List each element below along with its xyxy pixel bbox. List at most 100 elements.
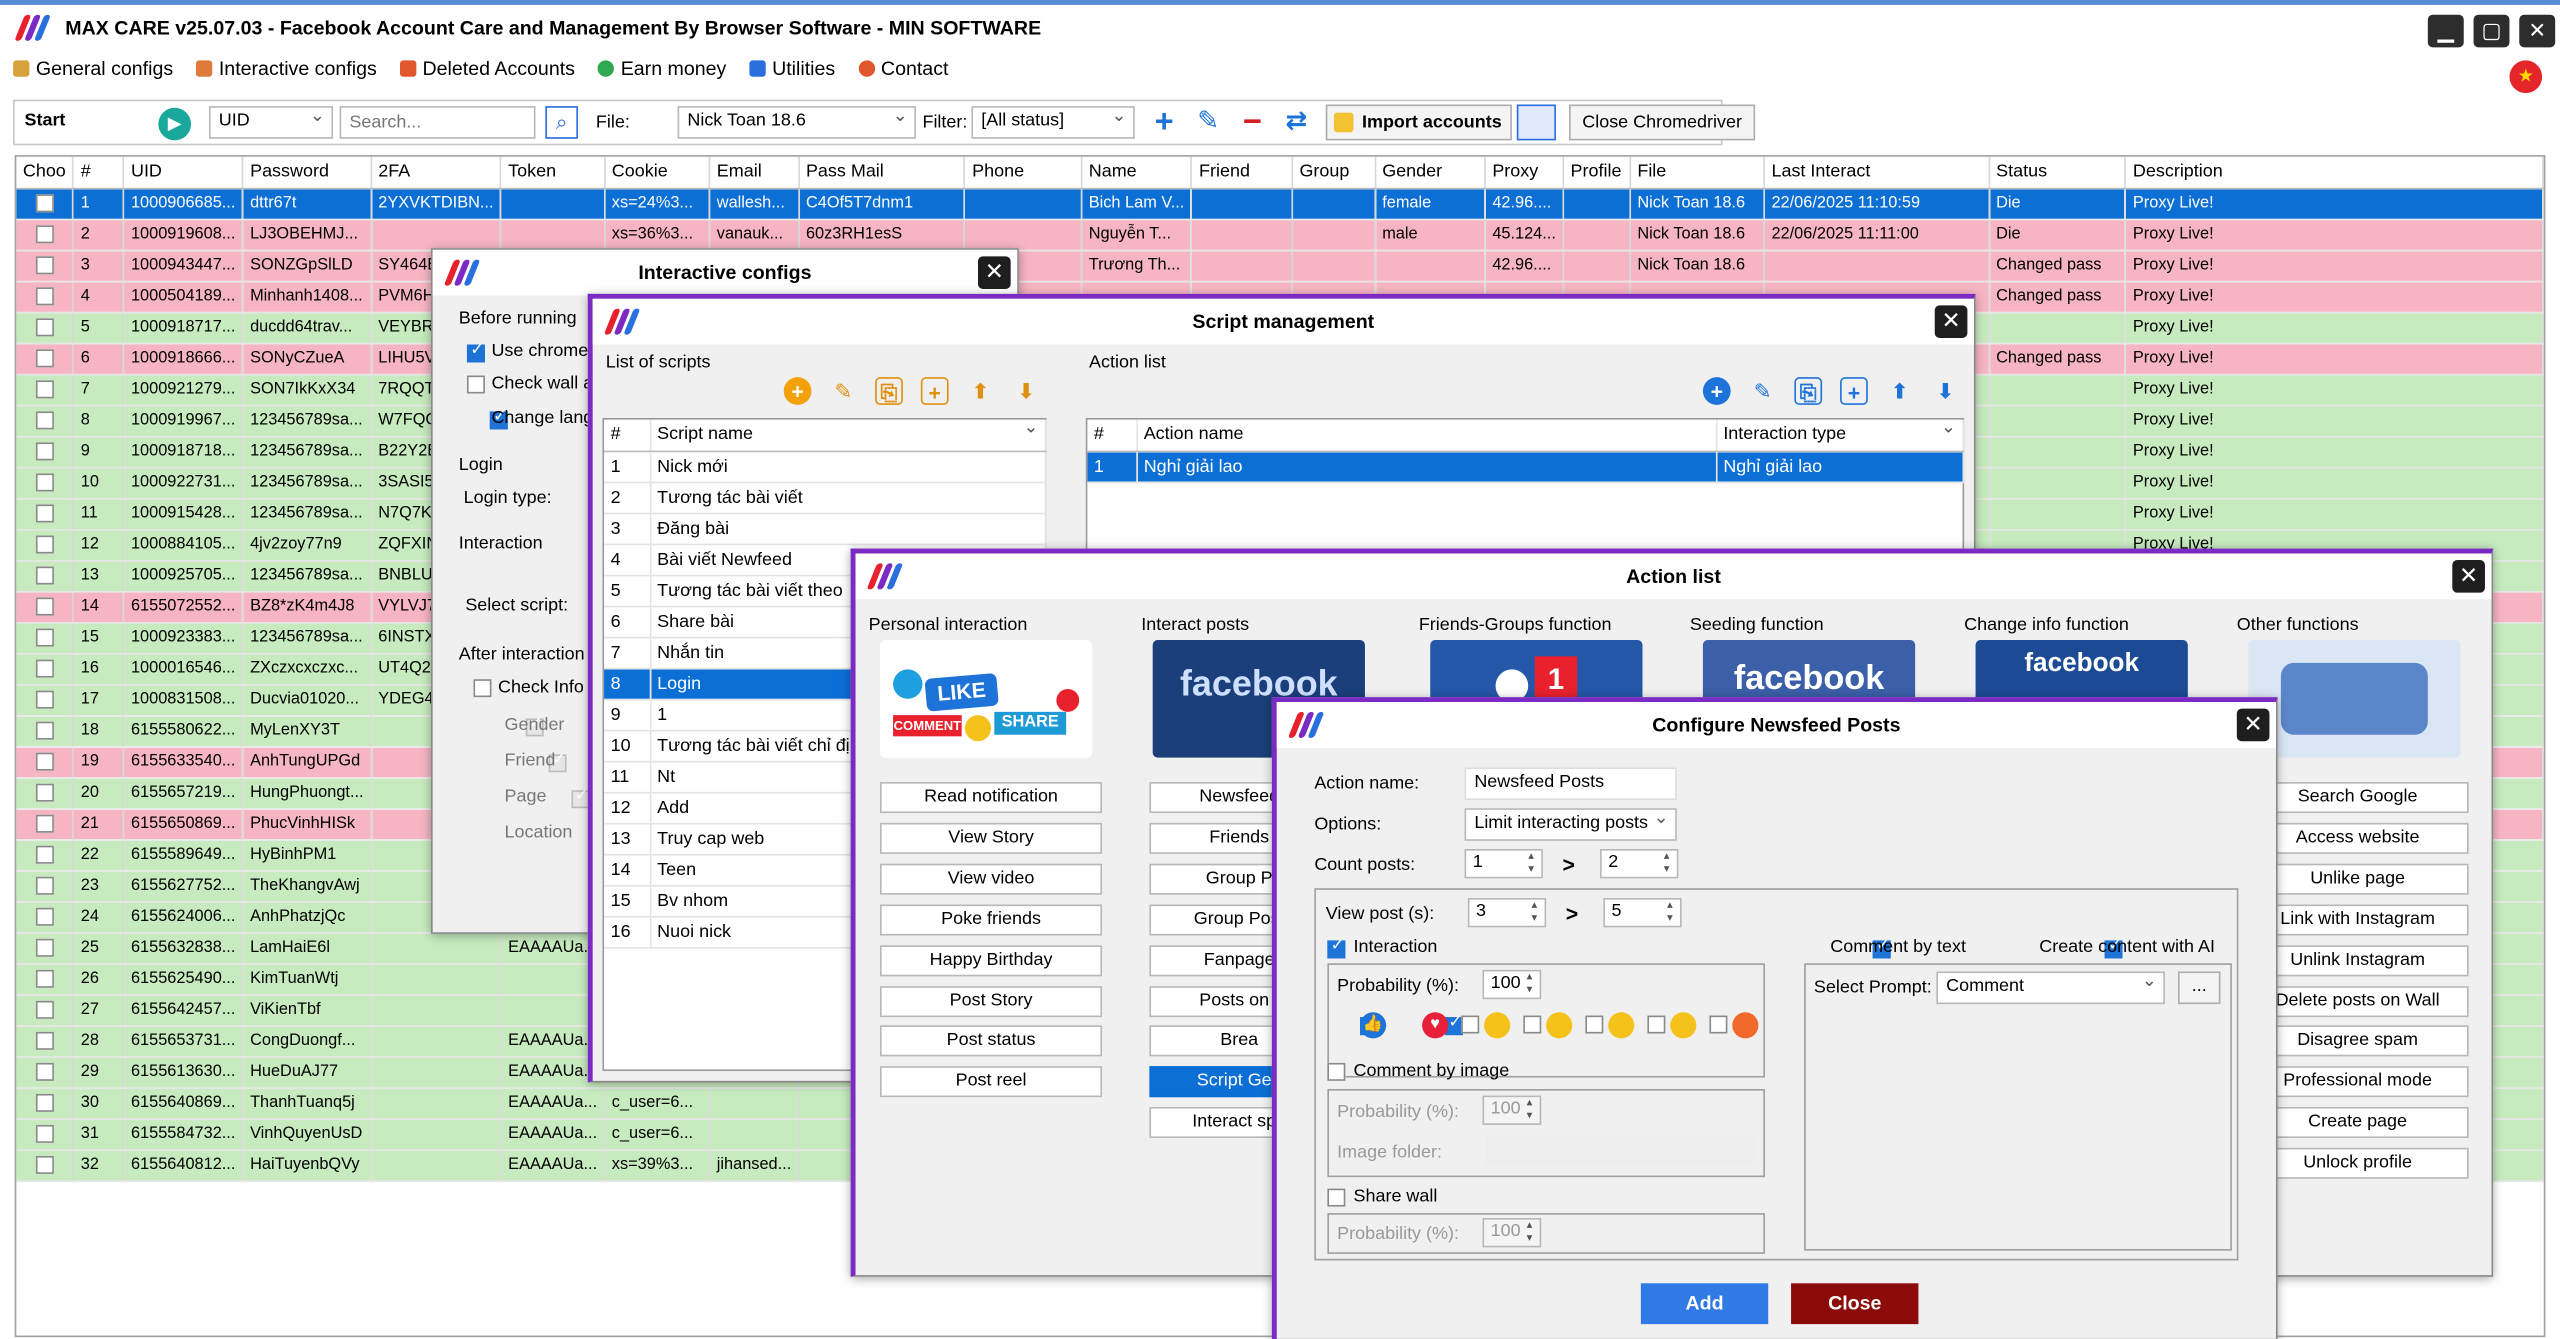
action-button[interactable]: Link with Instagram <box>2246 904 2469 936</box>
count-from-stepper[interactable]: 1 <box>1464 849 1543 879</box>
row-checkbox-cell[interactable] <box>16 684 75 716</box>
action-down-icon[interactable]: ⬇ <box>1931 377 1959 405</box>
close-icon[interactable]: ✕ <box>977 256 1011 289</box>
action-button[interactable]: View Story <box>880 822 1103 854</box>
col-header[interactable]: Profile <box>1563 156 1631 189</box>
row-checkbox[interactable] <box>35 1000 54 1019</box>
row-checkbox[interactable] <box>35 504 54 523</box>
action-button[interactable]: Access website <box>2246 822 2469 854</box>
interaction-checkbox[interactable] <box>1327 937 1346 958</box>
action-button[interactable]: Professional mode <box>2246 1066 2469 1098</box>
view-from-stepper[interactable]: 3 <box>1467 897 1547 928</box>
row-checkbox-cell[interactable] <box>16 280 75 313</box>
close-icon[interactable]: ✕ <box>2452 560 2485 593</box>
action-button[interactable]: Post Story <box>880 985 1103 1017</box>
menu-earn-money[interactable]: Earn money <box>597 52 726 85</box>
row-checkbox-cell[interactable] <box>16 963 75 996</box>
close-icon[interactable]: ✕ <box>1934 305 1968 338</box>
row-checkbox[interactable] <box>35 969 54 988</box>
table-row[interactable]: 2 1000919608... LJ3OBEHMJ... xs=36%3... vana… <box>16 218 2544 251</box>
row-checkbox[interactable] <box>35 318 54 337</box>
row-checkbox-cell[interactable] <box>16 839 75 872</box>
edit-script-icon[interactable]: ✎ <box>829 377 857 405</box>
wow-reaction-checkbox[interactable] <box>1585 1015 1604 1034</box>
check-wall-checkbox[interactable] <box>466 375 485 394</box>
col-header[interactable]: Description <box>2125 156 2544 189</box>
col-header[interactable]: Email <box>709 156 800 189</box>
row-checkbox-cell[interactable] <box>16 1087 75 1120</box>
image-folder-input[interactable] <box>1485 1136 1754 1166</box>
row-checkbox[interactable] <box>35 597 54 616</box>
comment-by-image-checkbox[interactable] <box>1327 1062 1346 1081</box>
row-checkbox[interactable] <box>35 1031 54 1050</box>
remove-icon[interactable]: − <box>1238 106 1267 139</box>
row-checkbox-cell[interactable] <box>16 715 75 747</box>
row-checkbox-cell[interactable] <box>16 187 75 220</box>
list-item[interactable]: 2 Tương tác bài viết <box>604 481 1046 514</box>
row-checkbox-cell[interactable] <box>16 497 75 530</box>
col-header[interactable]: Cookie <box>604 156 711 189</box>
row-checkbox[interactable] <box>35 535 54 554</box>
row-checkbox-cell[interactable] <box>16 1118 75 1151</box>
action-button[interactable]: Unlock profile <box>2246 1147 2469 1179</box>
table-row[interactable]: 1 1000906685... dttr67t 2YXVKTDIBN... xs=24%… <box>16 187 2544 220</box>
care-reaction-checkbox[interactable] <box>1461 1015 1480 1034</box>
minimize-icon[interactable]: ▁ <box>2427 14 2464 48</box>
col-header[interactable]: UID <box>123 156 244 189</box>
add-icon[interactable]: + <box>1149 106 1178 139</box>
row-checkbox-cell[interactable] <box>16 777 75 810</box>
maximize-icon[interactable]: ▢ <box>2473 14 2510 48</box>
edit-action-icon[interactable]: ✎ <box>1749 377 1777 405</box>
col-header[interactable]: Group <box>1292 156 1376 189</box>
check-info-checkbox[interactable] <box>473 679 492 698</box>
search-icon[interactable]: ⌕ <box>545 106 578 139</box>
use-chrome-checkbox[interactable] <box>466 341 485 362</box>
import-accounts-button[interactable]: Import accounts <box>1325 104 1512 141</box>
row-checkbox[interactable] <box>35 349 54 368</box>
row-checkbox[interactable] <box>35 1124 54 1143</box>
col-header[interactable]: Token <box>500 156 606 189</box>
row-checkbox-cell[interactable] <box>16 435 75 468</box>
move-up-icon[interactable]: ⬆ <box>967 377 995 405</box>
sad-reaction-checkbox[interactable] <box>1647 1015 1666 1034</box>
vietnam-flag-icon[interactable]: ★ <box>2509 60 2543 94</box>
menu-utilities[interactable]: Utilities <box>749 52 835 85</box>
row-checkbox[interactable] <box>35 752 54 771</box>
action-button[interactable]: Disagree spam <box>2246 1025 2469 1057</box>
action-button[interactable]: Unlike page <box>2246 863 2469 895</box>
filter-select[interactable]: [All status] <box>971 106 1135 139</box>
image-probability-stepper[interactable]: 100 <box>1482 1095 1542 1125</box>
table-row[interactable]: 3 1000943447... SONZGpSlLD SY464BM3I... Trươ… <box>16 249 2544 282</box>
row-checkbox-cell[interactable] <box>16 466 75 499</box>
file-select[interactable]: Nick Toan 18.6 <box>677 106 916 139</box>
row-checkbox-cell[interactable] <box>16 1149 75 1182</box>
col-header[interactable]: Name <box>1081 156 1193 189</box>
options-select[interactable]: Limit interacting posts <box>1464 808 1677 841</box>
menu-contact[interactable]: Contact <box>858 52 948 85</box>
row-checkbox-cell[interactable] <box>16 311 75 344</box>
col-header[interactable]: Pass Mail <box>798 156 966 189</box>
row-checkbox-cell[interactable] <box>16 591 75 623</box>
duplicate-action-icon[interactable]: + <box>1840 377 1868 405</box>
close-chromedriver-button[interactable]: Close Chromedriver <box>1569 104 1756 141</box>
row-checkbox-cell[interactable] <box>16 622 75 654</box>
action-button[interactable]: Read notification <box>880 782 1103 814</box>
table-row[interactable]: 1 Nghỉ giải lao Nghỉ giải lao <box>1087 450 1964 483</box>
row-checkbox[interactable] <box>35 287 54 306</box>
row-checkbox[interactable] <box>35 628 54 647</box>
probability-stepper[interactable]: 100 <box>1482 969 1542 1000</box>
share-probability-stepper[interactable]: 100 <box>1482 1217 1542 1248</box>
col-header[interactable]: Choo <box>16 156 75 189</box>
col-header[interactable]: Password <box>242 156 372 189</box>
refresh-icon[interactable]: ⇄ <box>1282 108 1311 137</box>
col-header[interactable]: 2FA <box>370 156 502 189</box>
close-icon[interactable]: ✕ <box>2236 708 2270 742</box>
row-checkbox-cell[interactable] <box>16 994 75 1027</box>
col-header[interactable]: Proxy <box>1484 156 1565 189</box>
action-button[interactable]: Poke friends <box>880 904 1103 936</box>
row-checkbox[interactable] <box>35 938 54 957</box>
copy-action-icon[interactable]: ⎘ <box>1794 377 1823 405</box>
action-button[interactable]: Post status <box>880 1025 1103 1057</box>
list-item[interactable]: 3 Đăng bài <box>604 512 1046 545</box>
row-checkbox[interactable] <box>35 845 54 864</box>
